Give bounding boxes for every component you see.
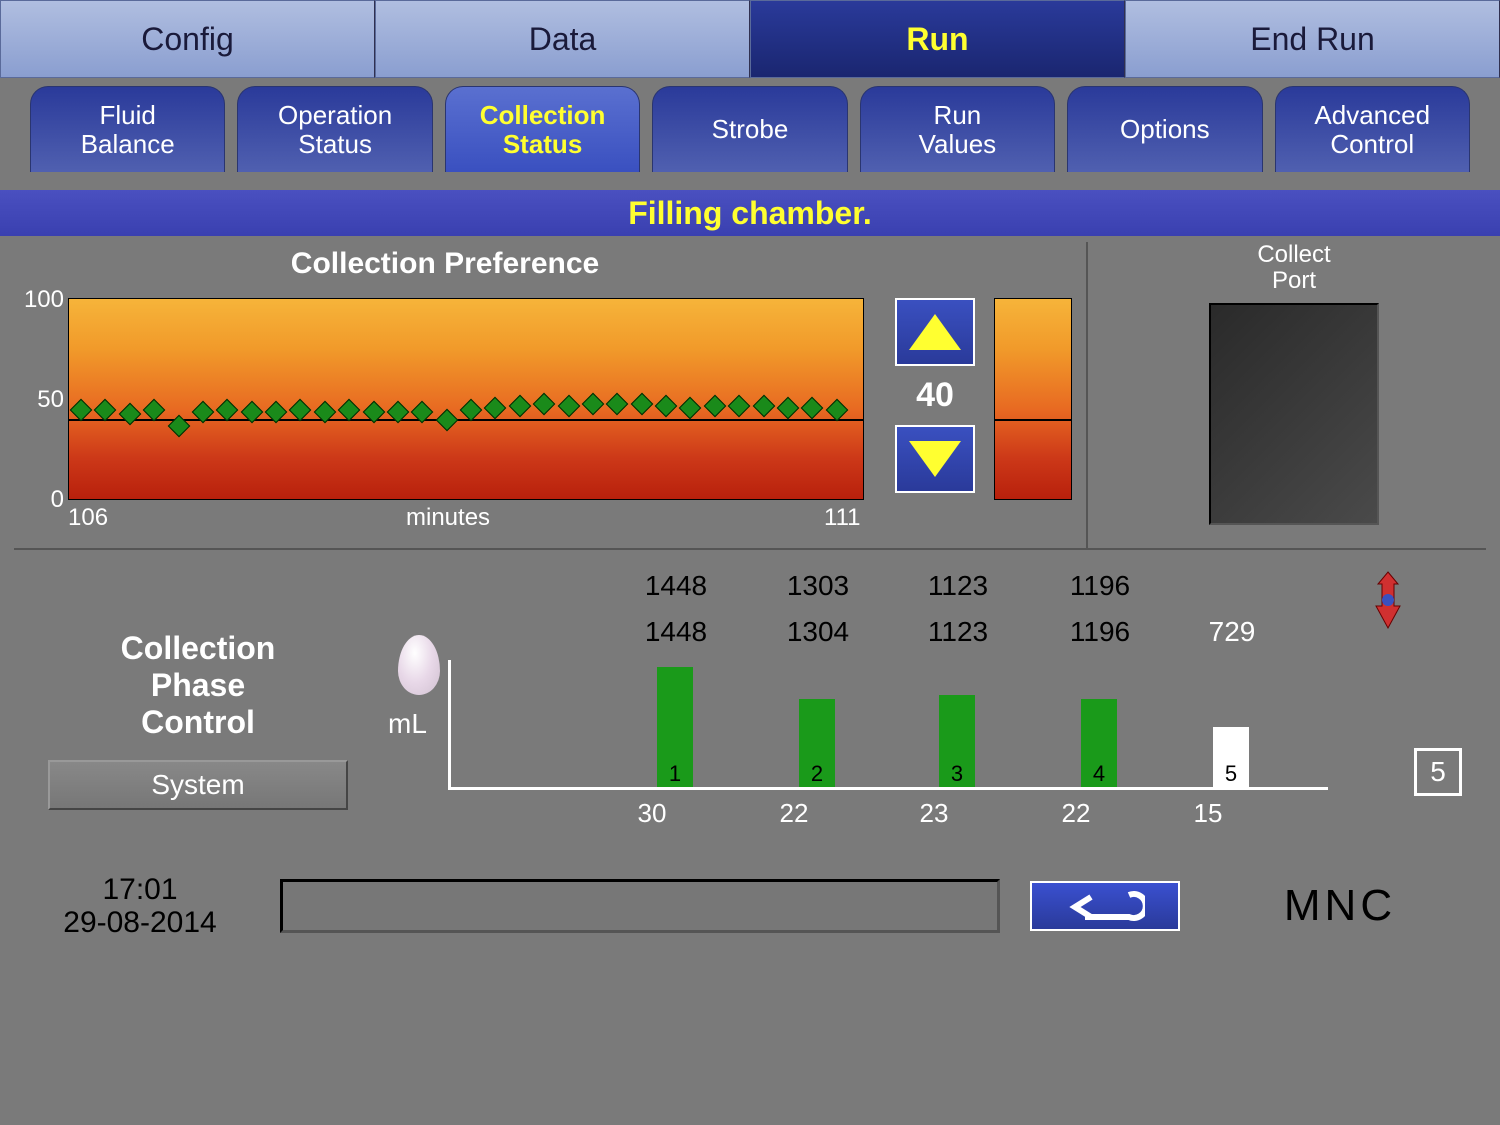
- data-point: [777, 397, 800, 420]
- volume-bar: 3: [939, 695, 975, 787]
- x-tick-min: 106: [68, 504, 108, 532]
- phase-control-title: Collection Phase Control: [28, 630, 368, 740]
- data-point: [533, 393, 556, 416]
- data-point: [728, 395, 751, 418]
- bar-label: 22: [764, 798, 824, 829]
- system-button[interactable]: System: [48, 760, 348, 810]
- bar-value-row2: 1123: [918, 616, 998, 648]
- data-point: [508, 395, 531, 418]
- volume-bar: 1: [657, 667, 693, 787]
- data-point: [655, 395, 678, 418]
- bar-value-row1: 1123: [918, 570, 998, 602]
- chart-title: Collection Preference: [14, 242, 876, 285]
- data-point: [216, 399, 239, 422]
- y-tick-max: 100: [20, 286, 64, 314]
- bar-label: 30: [622, 798, 682, 829]
- volume-bar: 5: [1213, 727, 1249, 787]
- right-lower-panel: 5: [1368, 560, 1472, 846]
- triangle-down-icon: [909, 441, 961, 477]
- bar-value-row2: 1304: [778, 616, 858, 648]
- subtab-fluid-balance[interactable]: Fluid Balance: [30, 86, 225, 172]
- data-point: [801, 397, 824, 420]
- data-point: [435, 409, 458, 432]
- data-point: [460, 399, 483, 422]
- data-point: [94, 399, 117, 422]
- data-point: [143, 399, 166, 422]
- subtab-options[interactable]: Options: [1067, 86, 1262, 172]
- volume-bar: 2: [799, 699, 835, 787]
- volume-bars-panel: mL 12345 1448130311231196144813041123119…: [388, 560, 1348, 846]
- triangle-up-icon: [909, 314, 961, 350]
- data-point: [752, 395, 775, 418]
- tab-config[interactable]: Config: [0, 0, 375, 78]
- data-point: [582, 393, 605, 416]
- collection-chart-panel: Collection Preference 100 50 0 106 minut…: [14, 242, 876, 548]
- x-tick-max: 111: [824, 504, 860, 532]
- data-point: [703, 395, 726, 418]
- data-point: [630, 393, 653, 416]
- bar-label: 22: [1046, 798, 1106, 829]
- datetime-display: 17:01 29-08-2014: [30, 873, 250, 939]
- phase-control-panel: Collection Phase Control System: [28, 560, 368, 846]
- x-axis-label: minutes: [406, 504, 490, 532]
- data-point: [679, 397, 702, 420]
- main-tab-bar: Config Data Run End Run: [0, 0, 1500, 78]
- stepper-down-button[interactable]: [895, 425, 975, 493]
- tab-data[interactable]: Data: [375, 0, 750, 78]
- subtab-operation-status[interactable]: Operation Status: [237, 86, 432, 172]
- handle-icon: [1368, 570, 1408, 630]
- tab-run[interactable]: Run: [750, 0, 1125, 78]
- y-tick-min: 0: [20, 486, 64, 514]
- preference-stepper: 40: [890, 242, 980, 548]
- data-point: [70, 399, 93, 422]
- progress-bar: [280, 879, 1000, 933]
- mode-label: MNC: [1210, 881, 1470, 931]
- volume-bar: 4: [1081, 699, 1117, 787]
- y-tick-mid: 50: [20, 386, 64, 414]
- count-box: 5: [1414, 748, 1462, 796]
- bar-label: 23: [904, 798, 964, 829]
- data-point: [289, 399, 312, 422]
- data-point: [118, 403, 141, 426]
- time-display: 17:01: [30, 873, 250, 906]
- mini-threshold-line: [995, 419, 1071, 421]
- data-point: [606, 393, 629, 416]
- back-arrow-icon: [1065, 889, 1145, 923]
- collect-port-label: Collect Port: [1102, 242, 1486, 295]
- collect-port-image: [1209, 303, 1379, 525]
- data-point: [484, 397, 507, 420]
- preference-chart: [68, 298, 864, 500]
- bar-value-row1: 1303: [778, 570, 858, 602]
- mini-preference-chart: [994, 298, 1072, 500]
- subtab-collection-status[interactable]: Collection Status: [445, 86, 640, 172]
- sub-tab-bar: Fluid Balance Operation Status Collectio…: [0, 78, 1500, 172]
- drop-icon: [398, 635, 440, 695]
- mini-chart-column: [994, 242, 1072, 548]
- bar-value-row2: 729: [1192, 616, 1272, 648]
- data-point: [825, 399, 848, 422]
- subtab-run-values[interactable]: Run Values: [860, 86, 1055, 172]
- bar-value-row1: 1448: [636, 570, 716, 602]
- volume-bar-chart: 1 2 3 4 5: [448, 660, 1328, 790]
- stepper-value: 40: [916, 376, 954, 415]
- subtab-advanced-control[interactable]: Advanced Control: [1275, 86, 1470, 172]
- threshold-line: [69, 419, 863, 421]
- collect-port-panel: Collect Port: [1086, 242, 1486, 548]
- bar-value-row1: 1196: [1060, 570, 1140, 602]
- data-point: [557, 395, 580, 418]
- bar-value-row2: 1196: [1060, 616, 1140, 648]
- tab-end-run[interactable]: End Run: [1125, 0, 1500, 78]
- ml-label: mL: [388, 708, 427, 740]
- date-display: 29-08-2014: [30, 906, 250, 939]
- back-button[interactable]: [1030, 881, 1180, 931]
- bar-value-row2: 1448: [636, 616, 716, 648]
- footer-bar: 17:01 29-08-2014 MNC: [0, 846, 1500, 966]
- status-message: Filling chamber.: [0, 190, 1500, 236]
- bar-label: 15: [1178, 798, 1238, 829]
- stepper-up-button[interactable]: [895, 298, 975, 366]
- subtab-strobe[interactable]: Strobe: [652, 86, 847, 172]
- data-point: [338, 399, 361, 422]
